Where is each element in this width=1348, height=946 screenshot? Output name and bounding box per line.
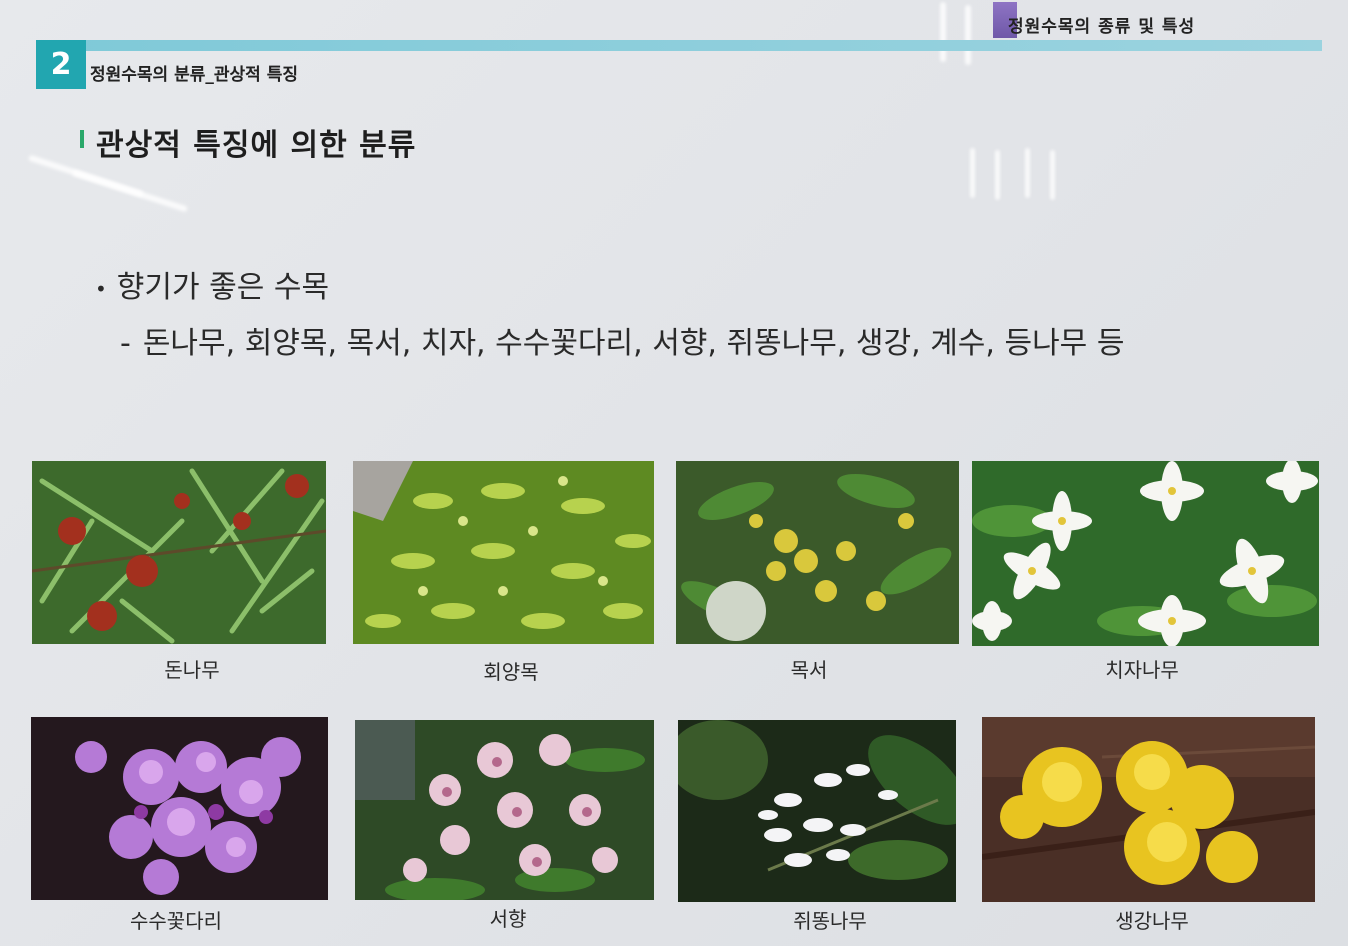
header-rule xyxy=(36,40,1322,51)
photo-jwittongnamu xyxy=(678,720,956,902)
caption-hoeyangmok: 회양목 xyxy=(483,660,539,684)
caption-susukkotdari: 수수꽃다리 xyxy=(130,909,222,933)
bullet-item: • 향기가 좋은 수목 xyxy=(95,262,329,306)
caption-jwittongnamu: 쥐똥나무 xyxy=(793,909,867,933)
photo-donnamu xyxy=(32,461,326,644)
species-list: - 돈나무, 회양목, 목서, 치자, 수수꽃다리, 서향, 쥐똥나무, 생강, … xyxy=(120,318,1124,362)
photo-mokseo xyxy=(676,461,959,644)
glare-streak xyxy=(1025,148,1030,198)
glare-streak xyxy=(72,169,188,213)
page-heading: 관상적 특징에 의한 분류 xyxy=(96,128,417,163)
section-number-badge: 2 xyxy=(36,40,86,89)
section-title: 정원수목의 분류_관상적 특징 xyxy=(90,65,299,85)
glare-streak xyxy=(970,148,975,198)
species-text: 돈나무, 회양목, 목서, 치자, 수수꽃다리, 서향, 쥐똥나무, 생강, 계… xyxy=(142,326,1125,361)
glare-streak xyxy=(1050,150,1055,200)
caption-mokseo: 목서 xyxy=(790,658,828,682)
photo-chija xyxy=(972,461,1319,646)
photo-saenggangnamu xyxy=(982,717,1315,902)
glare-streak xyxy=(940,2,946,62)
dash-marker: - xyxy=(120,326,131,361)
chapter-label: 정원수목의 종류 및 특성 xyxy=(1008,17,1196,37)
photo-seohyang xyxy=(355,720,654,900)
caption-chija: 치자나무 xyxy=(1105,658,1179,682)
caption-donnamu: 돈나무 xyxy=(164,658,220,682)
caption-seohyang: 서향 xyxy=(489,907,527,931)
heading-marker xyxy=(80,130,84,148)
slide: 정원수목의 종류 및 특성 2 정원수목의 분류_관상적 특징 관상적 특징에 … xyxy=(0,0,1348,946)
photo-hoeyangmok xyxy=(353,461,654,644)
glare-streak xyxy=(995,150,1000,200)
caption-saenggangnamu: 생강나무 xyxy=(1115,909,1189,933)
photo-susukkotdari xyxy=(31,717,328,900)
bullet-dot-icon: • xyxy=(95,276,107,301)
glare-streak xyxy=(965,5,971,65)
bullet-text: 향기가 좋은 수목 xyxy=(116,270,330,305)
